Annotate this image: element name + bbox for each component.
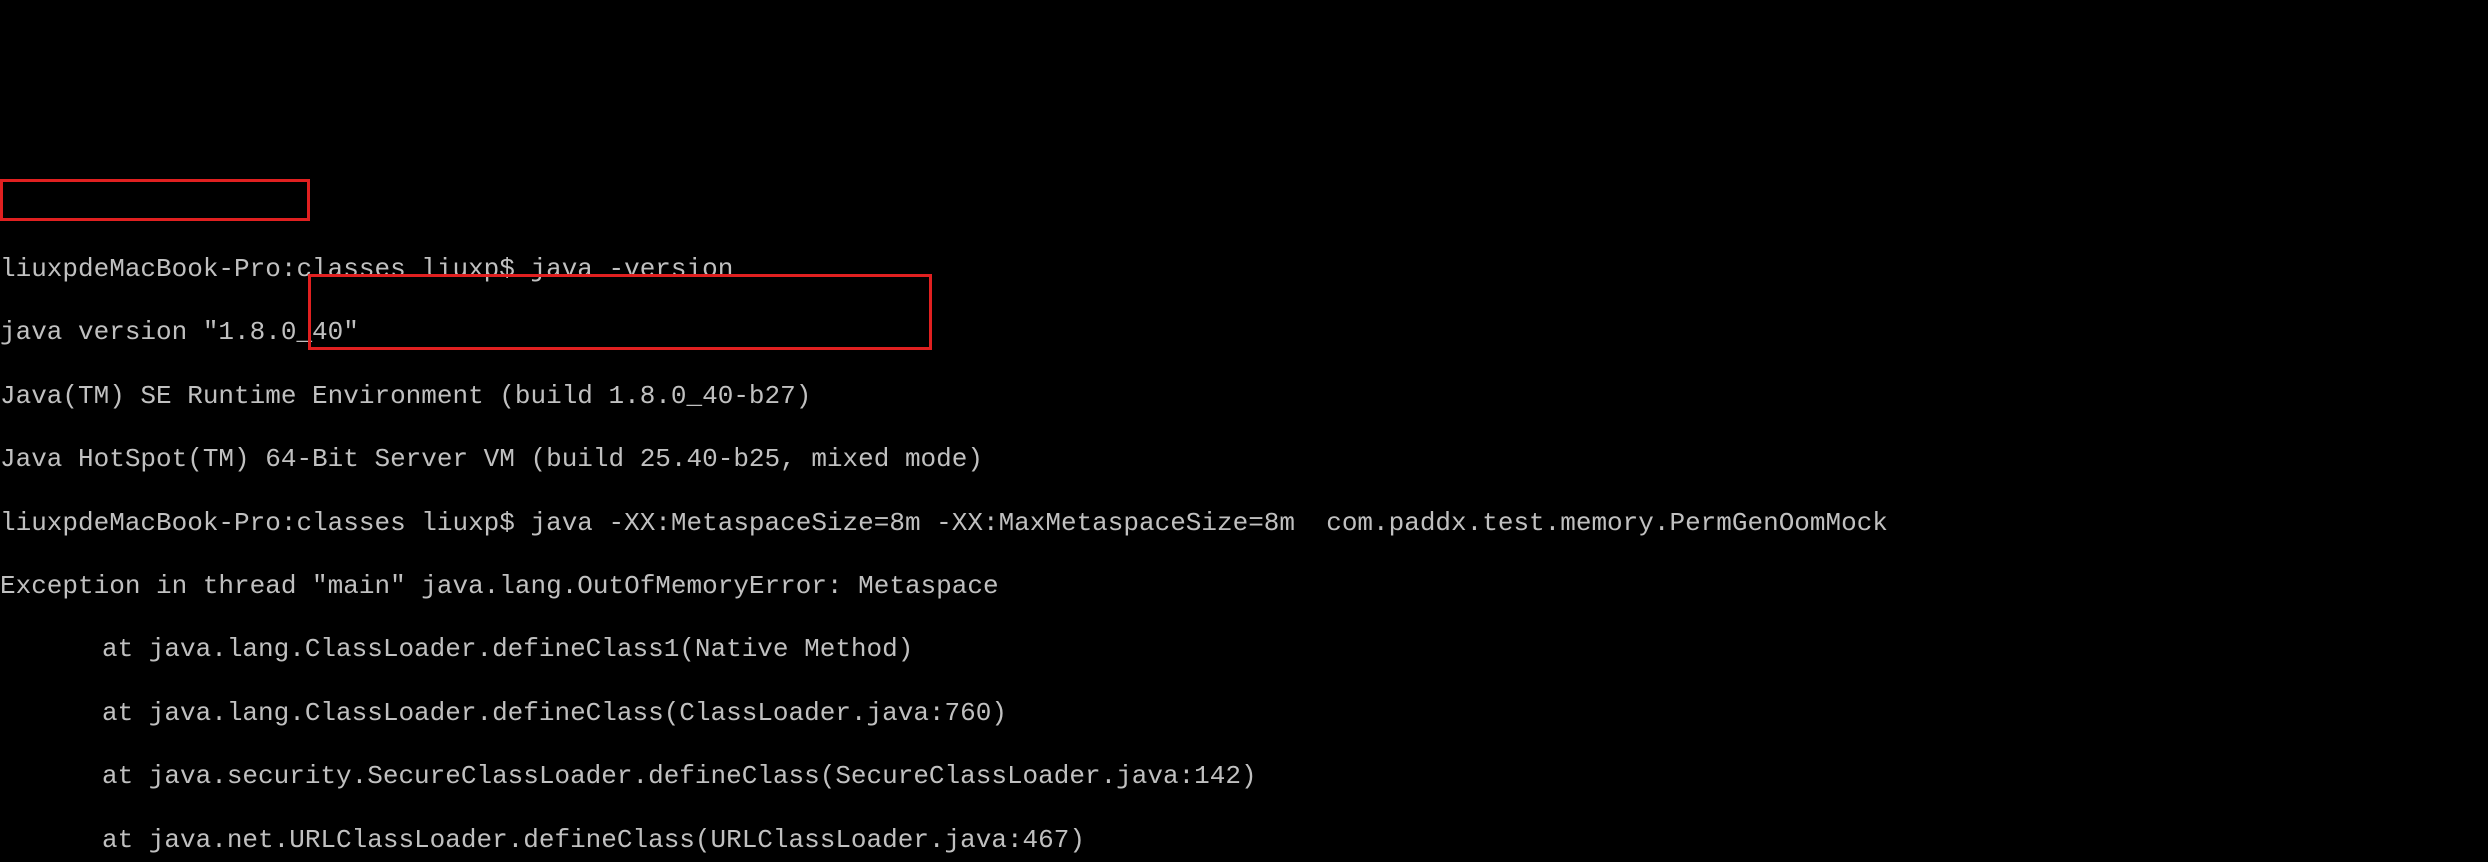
terminal-line: liuxpdeMacBook-Pro:classes liuxp$ java -…	[0, 254, 2488, 286]
terminal-line: Java(TM) SE Runtime Environment (build 1…	[0, 381, 2488, 413]
terminal-line-java-version: java version "1.8.0_40"	[0, 317, 2488, 349]
stack-frame: at java.lang.ClassLoader.defineClass(Cla…	[0, 698, 2488, 730]
terminal-line-exception: Exception in thread "main" java.lang.Out…	[0, 571, 2488, 603]
terminal-line-command: liuxpdeMacBook-Pro:classes liuxp$ java -…	[0, 508, 2488, 540]
terminal-text-block: liuxpdeMacBook-Pro:classes liuxp$ java -…	[0, 222, 2488, 862]
stack-frame: at java.lang.ClassLoader.defineClass1(Na…	[0, 634, 2488, 666]
stack-frame: at java.net.URLClassLoader.defineClass(U…	[0, 825, 2488, 857]
terminal-output: liuxpdeMacBook-Pro:classes liuxp$ java -…	[0, 159, 2488, 862]
stack-frame: at java.security.SecureClassLoader.defin…	[0, 761, 2488, 793]
red-highlight-box-version	[0, 179, 310, 221]
terminal-line: Java HotSpot(TM) 64-Bit Server VM (build…	[0, 444, 2488, 476]
